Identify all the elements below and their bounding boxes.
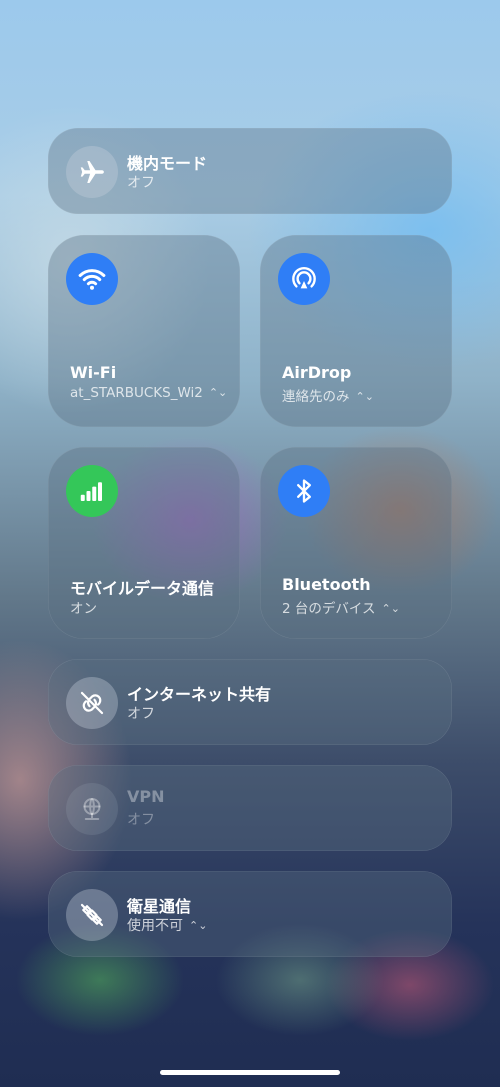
personal-hotspot-toggle[interactable]: インターネット共有 オフ (48, 659, 452, 745)
airplane-mode-toggle[interactable]: 機内モード オフ (48, 128, 452, 214)
airdrop-title: AirDrop (282, 363, 352, 382)
wifi-network-name: at_STARBUCKS_Wi2 (70, 385, 203, 401)
chevron-updown-icon: ⌃⌄ (355, 390, 374, 403)
chevron-updown-icon: ⌃⌄ (189, 919, 208, 932)
satellite-icon (66, 889, 118, 941)
airdrop-status: 連絡先のみ (282, 389, 350, 405)
wifi-title: Wi-Fi (70, 363, 117, 382)
cellular-toggle[interactable]: モバイルデータ通信 オン (48, 447, 240, 639)
wifi-toggle[interactable]: Wi-Fi at_STARBUCKS_Wi2 ⌃⌄ (48, 235, 240, 427)
cellular-status: オン (70, 601, 97, 617)
vpn-toggle[interactable]: VPN オフ (48, 765, 452, 851)
wifi-icon[interactable] (66, 253, 118, 305)
airplane-icon (66, 146, 118, 198)
bluetooth-icon[interactable] (278, 465, 330, 517)
airdrop-toggle[interactable]: AirDrop 連絡先のみ ⌃⌄ (260, 235, 452, 427)
airplane-mode-title: 機内モード (127, 154, 208, 173)
hotspot-title: インターネット共有 (127, 685, 272, 704)
vpn-icon (66, 783, 118, 835)
vpn-status: オフ (127, 812, 155, 828)
satellite-toggle[interactable]: 衛星通信 使用不可 ⌃⌄ (48, 871, 452, 957)
chevron-updown-icon: ⌃⌄ (381, 602, 400, 615)
link-icon (66, 677, 118, 729)
cellular-icon[interactable] (66, 465, 118, 517)
vpn-title: VPN (127, 787, 165, 806)
wifi-network-selector[interactable]: at_STARBUCKS_Wi2 ⌃⌄ (70, 385, 227, 401)
hotspot-status: オフ (127, 706, 155, 722)
satellite-status-selector[interactable]: 使用不可 ⌃⌄ (127, 915, 207, 935)
airplane-mode-status: オフ (127, 175, 155, 191)
bluetooth-devices-selector[interactable]: 2 台のデバイス ⌃⌄ (282, 597, 400, 617)
cellular-title: モバイルデータ通信 (70, 579, 215, 598)
chevron-updown-icon: ⌃⌄ (208, 386, 228, 399)
bluetooth-title: Bluetooth (282, 575, 371, 594)
satellite-title: 衛星通信 (127, 897, 192, 916)
airdrop-icon[interactable] (278, 253, 330, 305)
bluetooth-toggle[interactable]: Bluetooth 2 台のデバイス ⌃⌄ (260, 447, 452, 639)
airdrop-status-selector[interactable]: 連絡先のみ ⌃⌄ (282, 385, 374, 405)
bluetooth-status: 2 台のデバイス (282, 601, 376, 617)
home-indicator[interactable] (160, 1070, 340, 1075)
satellite-status: 使用不可 (127, 918, 183, 934)
